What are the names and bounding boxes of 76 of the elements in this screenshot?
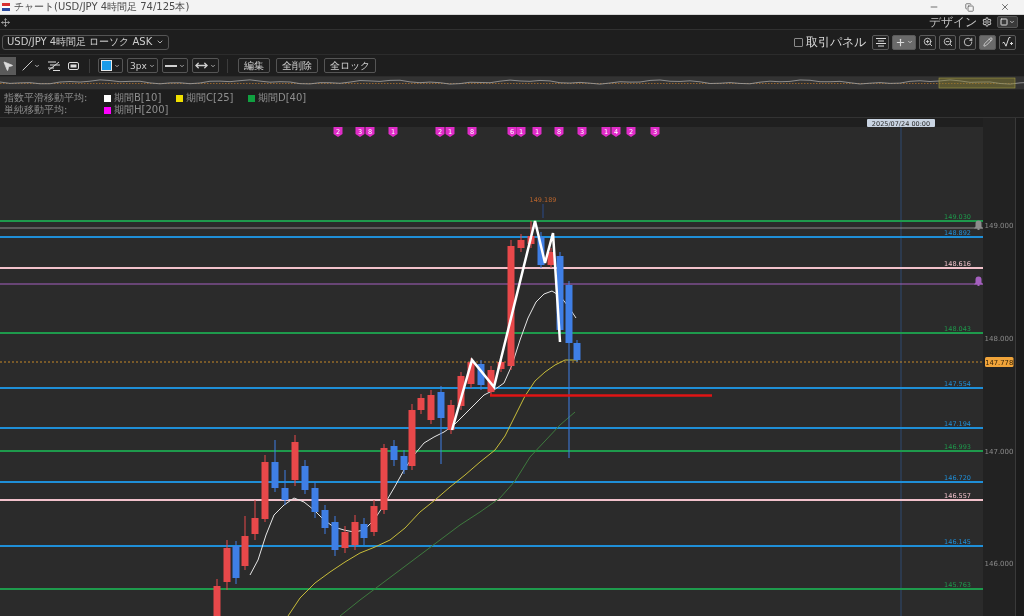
trade-panel-label[interactable]: 取引パネル — [806, 35, 866, 49]
zoom-in-button[interactable] — [919, 34, 936, 50]
legend-item: 期間B[10] — [114, 92, 162, 104]
toolbar-button[interactable]: 全削除 — [275, 58, 318, 73]
candle — [331, 515, 339, 557]
legend-item: 期間D[40] — [258, 92, 307, 104]
candle — [487, 365, 495, 397]
refresh-icon — [962, 37, 973, 47]
list-button[interactable] — [872, 34, 889, 50]
candle — [261, 454, 269, 523]
trade-panel-checkbox[interactable] — [794, 37, 803, 47]
candle — [457, 371, 465, 411]
caret-icon — [148, 62, 155, 69]
crosshair-button[interactable] — [892, 34, 916, 50]
candle — [321, 504, 329, 535]
candle — [291, 434, 299, 487]
caret-icon — [156, 38, 165, 46]
caret-icon — [209, 62, 216, 69]
zoom-out-icon — [942, 37, 953, 47]
leader-line — [542, 203, 544, 219]
candle — [311, 481, 319, 519]
toolbar-button[interactable]: 全ロック — [323, 58, 376, 73]
candle — [467, 357, 475, 389]
staggered-lines-icon — [48, 60, 60, 71]
color-swatch-icon — [101, 60, 112, 71]
candle — [341, 525, 349, 554]
legend-item: 期間C[25] — [186, 92, 234, 104]
pencil-icon — [982, 37, 993, 47]
caret-icon — [1009, 19, 1015, 25]
refresh-button[interactable] — [959, 34, 976, 50]
candle — [281, 469, 289, 506]
line-end-dropdown[interactable] — [191, 58, 219, 73]
candle — [527, 220, 535, 249]
legend-item: 期間H[200] — [114, 104, 169, 116]
caret-icon — [114, 62, 120, 69]
candle — [251, 499, 259, 541]
candle — [537, 231, 545, 269]
design-link[interactable]: デザイン — [929, 15, 977, 29]
legend-label: 指数平滑移動平均: — [4, 92, 89, 104]
window-icon — [1000, 18, 1008, 26]
move-icon[interactable] — [1, 17, 10, 27]
indicator-button[interactable] — [999, 34, 1016, 50]
candle — [447, 399, 455, 435]
symbol-dropdown[interactable]: USD/JPY 4時間足 ローソク ASK — [2, 34, 170, 50]
square-root-icon — [1002, 37, 1013, 47]
line-width-dropdown[interactable]: 3px — [127, 58, 158, 73]
caret-icon — [34, 62, 40, 69]
candle — [213, 578, 221, 616]
line-style-dropdown[interactable] — [161, 58, 188, 73]
settings-icon[interactable] — [982, 17, 992, 27]
candle — [370, 499, 378, 537]
candle — [427, 389, 435, 425]
window-title: チャート(USD/JPY 4時間足 74/125本) — [14, 1, 190, 13]
crosshair-icon — [895, 36, 906, 48]
line-style-icon — [164, 64, 177, 67]
close-icon[interactable] — [1000, 2, 1010, 12]
caret-icon — [907, 39, 913, 45]
lines-icon — [875, 37, 886, 47]
candle — [271, 439, 279, 493]
layout-button[interactable] — [997, 16, 1018, 28]
cursor-tool-button[interactable] — [0, 56, 16, 75]
cursor-icon — [2, 59, 14, 72]
candle — [517, 233, 525, 253]
zoom-in-icon — [922, 37, 933, 47]
draw-button[interactable] — [979, 34, 996, 50]
candle — [301, 459, 309, 495]
color-dropdown[interactable] — [98, 58, 123, 73]
legend-label: 単純移動平均: — [4, 104, 69, 116]
candle — [380, 443, 388, 515]
toolbar-button[interactable]: 編集 — [237, 58, 270, 73]
candle — [477, 359, 485, 391]
zoom-out-button[interactable] — [939, 34, 956, 50]
line-icon — [22, 60, 33, 71]
caret-icon — [178, 62, 185, 69]
rectangle-icon — [68, 61, 79, 70]
candle — [390, 439, 398, 467]
